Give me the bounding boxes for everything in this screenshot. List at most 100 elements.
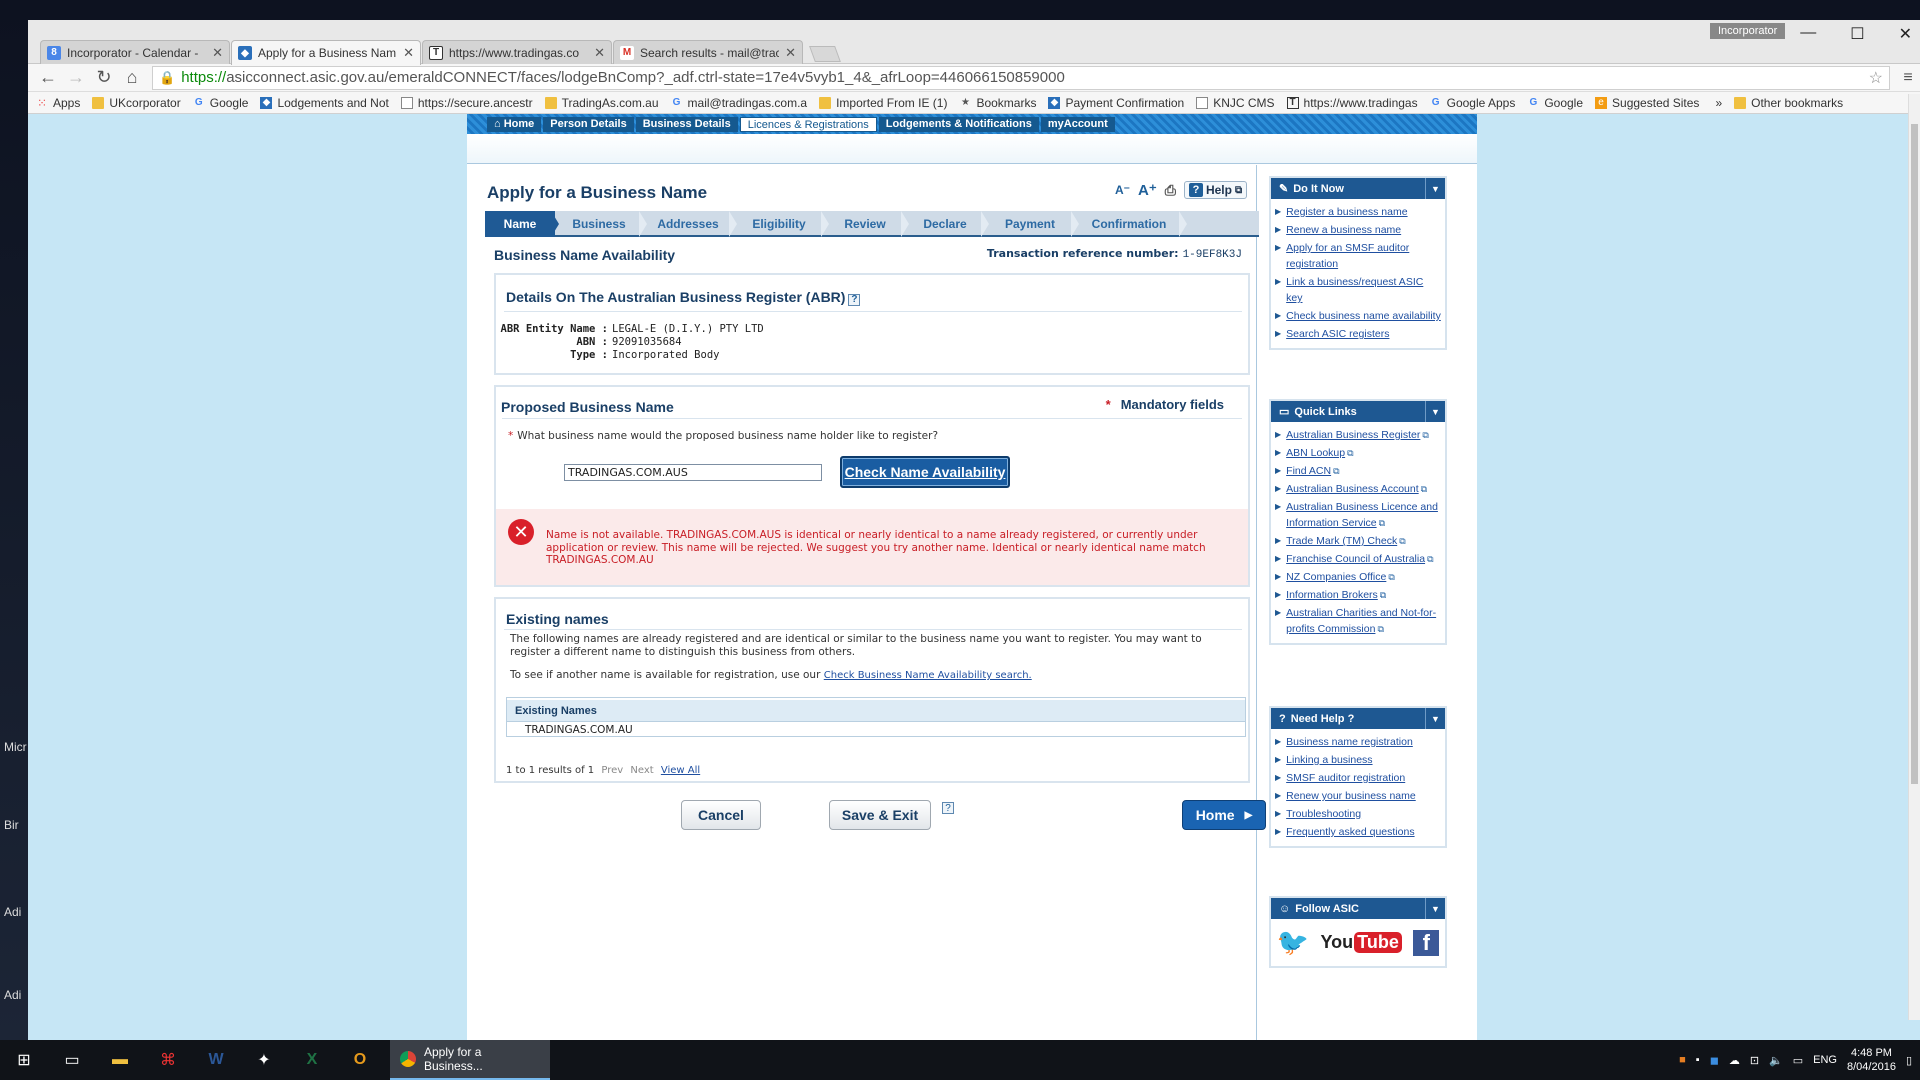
tab-apply-business-name[interactable]: ◆ Apply for a Business Nam ✕: [231, 40, 421, 65]
home-icon[interactable]: ⌂: [118, 67, 146, 88]
check-availability-link[interactable]: Check Business Name Availability search.: [824, 670, 1032, 681]
bookmark-item[interactable]: KNJC CMS: [1196, 96, 1275, 110]
help-icon[interactable]: ?: [942, 802, 954, 814]
cloud-icon[interactable]: ☁: [1729, 1054, 1740, 1067]
sidebar-link[interactable]: ▶ Troubleshooting: [1275, 806, 1441, 822]
save-exit-button[interactable]: Save & Exit: [829, 800, 931, 830]
scrollbar-thumb[interactable]: [1911, 124, 1918, 784]
menu-icon[interactable]: ≡: [1896, 69, 1920, 87]
taskbar-chrome-app[interactable]: Apply for a Business...: [390, 1040, 550, 1080]
minimize-icon[interactable]: —: [1800, 24, 1816, 44]
bookmark-item[interactable]: ◆ Payment Confirmation: [1048, 96, 1184, 110]
sidebar-link[interactable]: ▶ Linking a business: [1275, 752, 1441, 768]
tray-app-icon[interactable]: ■: [1679, 1054, 1686, 1066]
sidebar-link[interactable]: ▶ Find ACN ⧉: [1275, 463, 1441, 479]
volume-icon[interactable]: 🔈: [1769, 1054, 1783, 1067]
notification-icon[interactable]: ▭: [1793, 1054, 1803, 1067]
bookmark-item[interactable]: https://secure.ancestr: [400, 96, 533, 110]
maximize-icon[interactable]: ☐: [1850, 24, 1864, 44]
forward-arrow-icon[interactable]: →: [62, 67, 90, 88]
help-icon[interactable]: ?: [848, 293, 861, 306]
more-bookmarks-button[interactable]: »: [1715, 96, 1722, 110]
youtube-icon[interactable]: You Tube: [1321, 932, 1402, 953]
language-indicator[interactable]: ENG: [1813, 1054, 1837, 1066]
bookmark-apps[interactable]: ⁙ Apps: [36, 96, 80, 110]
clock[interactable]: 4:48 PM 8/04/2016: [1847, 1046, 1896, 1074]
sidebar-link[interactable]: ▶ NZ Companies Office ⧉: [1275, 569, 1441, 585]
nav-myaccount[interactable]: myAccount: [1040, 117, 1115, 132]
bookmark-item[interactable]: G Google: [193, 96, 249, 110]
excel-icon[interactable]: X: [288, 1040, 336, 1080]
next-link[interactable]: Next: [630, 765, 653, 776]
back-arrow-icon[interactable]: ←: [34, 67, 62, 88]
tab-calendar[interactable]: 8 Incorporator - Calendar - ✕: [40, 40, 230, 64]
word-icon[interactable]: W: [192, 1040, 240, 1080]
sidebar-link[interactable]: ▶ Australian Charities and Not-for-profit…: [1275, 605, 1441, 637]
sidebar-link[interactable]: ▶ Franchise Council of Australia ⧉: [1275, 551, 1441, 567]
sidebar-link[interactable]: ▶ Trade Mark (TM) Check ⧉: [1275, 533, 1441, 549]
tray-app-icon[interactable]: ▪: [1696, 1054, 1700, 1066]
nav-licences-registrations[interactable]: Licences & Registrations: [739, 117, 877, 132]
bookmark-item[interactable]: UKcorporator: [92, 96, 181, 110]
chevron-down-icon[interactable]: ▼: [1425, 898, 1445, 919]
chevron-down-icon[interactable]: ▼: [1425, 708, 1445, 729]
close-icon[interactable]: ✕: [594, 45, 605, 61]
close-icon[interactable]: ✕: [403, 45, 414, 61]
file-explorer-icon[interactable]: ▬: [96, 1040, 144, 1080]
sidebar-link[interactable]: ▶ Check business name availability: [1275, 308, 1441, 324]
profile-button[interactable]: Incorporator: [1710, 23, 1786, 39]
other-bookmarks[interactable]: Other bookmarks: [1734, 96, 1843, 110]
sidebar-link[interactable]: ▶ Link a business/request ASIC key: [1275, 274, 1441, 306]
sidebar-link[interactable]: ▶ Renew a business name: [1275, 222, 1441, 238]
text-smaller-icon[interactable]: A⁻: [1115, 183, 1130, 197]
bookmark-item[interactable]: Thttps://www.tradingas: [1286, 96, 1418, 110]
chevron-down-icon[interactable]: ▼: [1425, 178, 1445, 199]
sidebar-link[interactable]: ▶ ABN Lookup ⧉: [1275, 445, 1441, 461]
tab-tradingas[interactable]: T https://www.tradingas.co ✕: [422, 40, 612, 64]
bookmark-item[interactable]: G Google: [1527, 96, 1583, 110]
acrobat-icon[interactable]: ⌘: [144, 1040, 192, 1080]
bookmark-item[interactable]: ◆ Lodgements and Not: [260, 96, 389, 110]
sidebar-link[interactable]: ▶ Search ASIC registers: [1275, 326, 1441, 342]
spark-icon[interactable]: ✦: [240, 1040, 288, 1080]
nav-lodgements-notifications[interactable]: Lodgements & Notifications: [878, 117, 1039, 132]
cancel-button[interactable]: Cancel: [681, 800, 761, 830]
bookmark-item[interactable]: G Google Apps: [1430, 96, 1516, 110]
twitter-icon[interactable]: 🐦: [1277, 927, 1309, 958]
help-button[interactable]: ? Help ⧉: [1183, 181, 1248, 199]
sidebar-link[interactable]: ▶ Australian Business Register ⧉: [1275, 427, 1441, 443]
sidebar-link[interactable]: ▶ Frequently asked questions: [1275, 824, 1441, 840]
bookmark-item[interactable]: Imported From IE (1): [819, 96, 947, 110]
nav-home[interactable]: ⌂ Home: [487, 117, 542, 132]
tab-gmail[interactable]: M Search results - mail@trac ✕: [613, 40, 803, 64]
text-larger-icon[interactable]: A⁺: [1138, 181, 1157, 199]
bookmark-item[interactable]: TradingAs.com.au: [544, 96, 659, 110]
sidebar-link[interactable]: ▶ Business name registration: [1275, 734, 1441, 750]
sidebar-link[interactable]: ▶ Australian Business Account ⧉: [1275, 481, 1441, 497]
address-bar[interactable]: 🔒 https://asicconnect.asic.gov.au/emeral…: [152, 65, 1890, 90]
page-scrollbar[interactable]: [1908, 94, 1920, 1020]
prev-link[interactable]: Prev: [601, 765, 623, 776]
nav-business-details[interactable]: Business Details: [635, 117, 738, 132]
check-name-availability-button[interactable]: Check Name Availability: [840, 456, 1010, 488]
new-tab-button[interactable]: [809, 46, 841, 62]
print-icon[interactable]: ⎙: [1165, 182, 1176, 199]
task-view-icon[interactable]: ▭: [48, 1040, 96, 1080]
home-button[interactable]: Home ▶: [1182, 800, 1266, 830]
action-center-icon[interactable]: ▯: [1906, 1054, 1912, 1067]
close-window-icon[interactable]: ✕: [1899, 24, 1912, 44]
close-icon[interactable]: ✕: [212, 45, 223, 61]
sidebar-link[interactable]: ▶ Register a business name: [1275, 204, 1441, 220]
sidebar-link[interactable]: ▶ SMSF auditor registration: [1275, 770, 1441, 786]
bookmark-star-icon[interactable]: ☆: [1869, 68, 1883, 88]
nav-person-details[interactable]: Person Details: [543, 117, 634, 132]
sidebar-link[interactable]: ▶ Information Brokers ⧉: [1275, 587, 1441, 603]
bookmark-item[interactable]: ★ Bookmarks: [959, 96, 1037, 110]
close-icon[interactable]: ✕: [785, 45, 796, 61]
view-all-link[interactable]: View All: [661, 765, 700, 776]
bookmark-item[interactable]: e Suggested Sites: [1595, 96, 1699, 110]
network-icon[interactable]: ⊡: [1750, 1054, 1759, 1067]
outlook-icon[interactable]: O: [336, 1040, 384, 1080]
bookmark-item[interactable]: Gmail@tradingas.com.a: [671, 96, 807, 110]
facebook-icon[interactable]: f: [1413, 929, 1440, 956]
